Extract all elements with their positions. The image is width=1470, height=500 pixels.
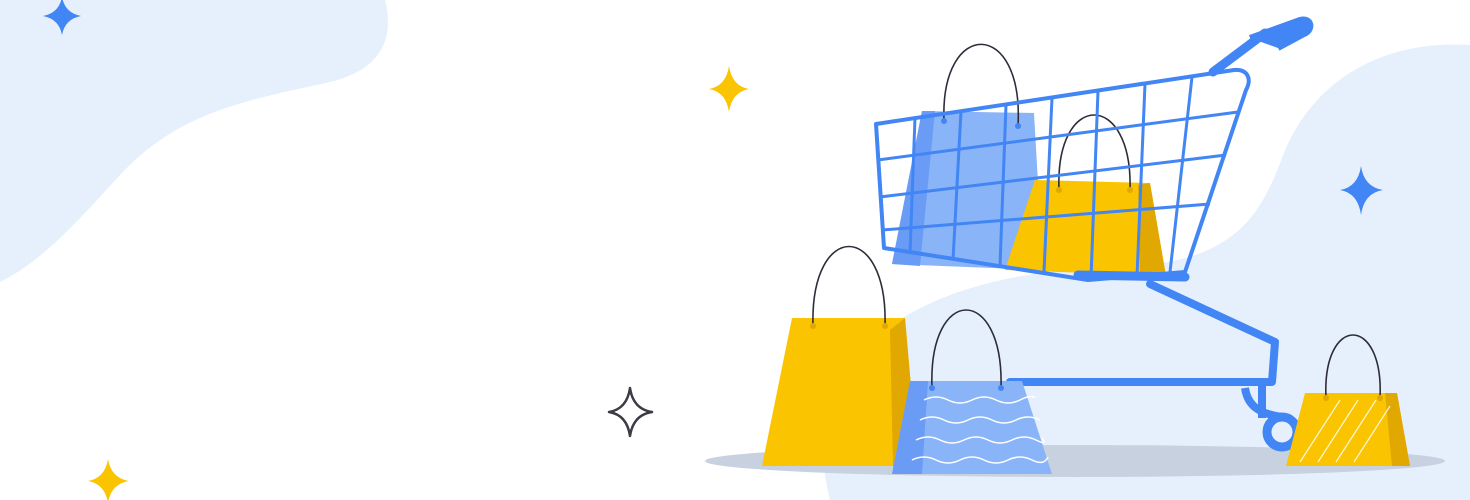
shopping-bag-icon: [762, 245, 918, 466]
promo-banner: [0, 0, 1470, 500]
background-blob-left: [0, 0, 388, 282]
shopping-illustration: [0, 0, 1470, 500]
sparkle-icon: [88, 459, 129, 500]
sparkle-outline-icon: [607, 386, 654, 438]
sparkle-icon: [709, 66, 749, 112]
